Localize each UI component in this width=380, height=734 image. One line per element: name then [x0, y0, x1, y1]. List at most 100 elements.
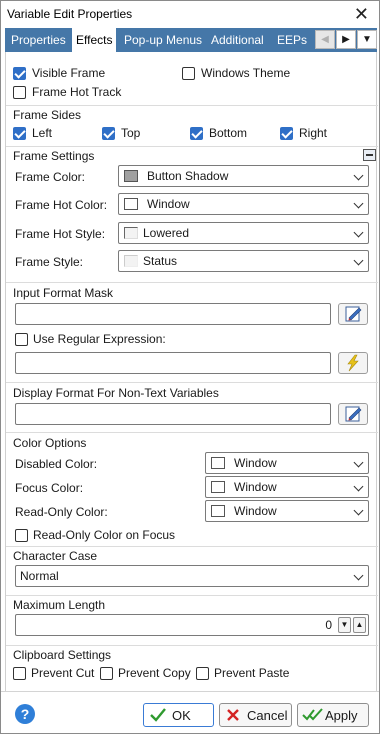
regex-wizard-button[interactable] — [338, 352, 368, 374]
color-swatch — [211, 457, 225, 469]
frame-side-top-checkbox[interactable] — [102, 127, 115, 140]
frame-hot-color-select[interactable]: Window — [118, 193, 369, 215]
character-case-title: Character Case — [13, 549, 98, 563]
spin-up-icon[interactable]: ▲ — [353, 617, 366, 633]
visible-frame-checkbox[interactable] — [13, 67, 26, 80]
help-icon[interactable]: ? — [15, 704, 35, 724]
chevron-down-icon — [353, 481, 364, 492]
frame-hot-track-checkbox[interactable] — [13, 86, 26, 99]
maximum-length-value: 0 — [325, 618, 332, 632]
section-divider — [6, 645, 378, 646]
frame-side-right-checkbox[interactable] — [280, 127, 293, 140]
footer-divider — [1, 691, 379, 692]
pencil-edit-icon — [345, 306, 362, 322]
frame-hot-color-label: Frame Hot Color: — [15, 198, 108, 212]
frame-side-top-label: Top — [121, 126, 141, 140]
frame-side-right-label: Right — [299, 126, 328, 140]
clipboard-settings-title: Clipboard Settings — [13, 648, 112, 662]
spin-down-icon[interactable]: ▼ — [338, 617, 351, 633]
display-format-field[interactable] — [15, 403, 331, 425]
section-divider — [6, 146, 378, 147]
visible-frame-label: Visible Frame — [32, 66, 106, 80]
tab-list-dropdown-icon[interactable]: ▼ — [357, 30, 377, 49]
frame-style-label: Frame Style: — [15, 255, 84, 269]
close-icon[interactable]: ✕ — [354, 4, 369, 24]
chevron-down-icon — [353, 227, 364, 238]
tab-effects[interactable]: Effects — [72, 28, 117, 52]
maximum-length-field[interactable]: 0 ▼ ▲ — [15, 614, 369, 636]
color-swatch — [211, 505, 225, 517]
frame-color-label: Frame Color: — [15, 170, 86, 184]
frame-color-select[interactable]: Button Shadow — [118, 165, 369, 187]
edit-display-format-button[interactable] — [338, 403, 368, 425]
ok-button[interactable]: OK — [143, 703, 214, 727]
frame-settings-title: Frame Settings — [13, 149, 95, 163]
effects-panel: Visible Frame Windows Theme Frame Hot Tr… — [5, 52, 378, 692]
disabled-color-select[interactable]: Window — [205, 452, 369, 474]
input-format-mask-title: Input Format Mask — [13, 286, 114, 300]
use-regex-label: Use Regular Expression: — [33, 332, 166, 346]
apply-button[interactable]: Apply — [297, 703, 369, 727]
frame-hot-style-select[interactable]: Lowered — [118, 222, 369, 244]
frame-side-left-checkbox[interactable] — [13, 127, 26, 140]
readonly-on-focus-label: Read-Only Color on Focus — [33, 528, 176, 542]
chevron-down-icon — [353, 505, 364, 516]
readonly-color-select[interactable]: Window — [205, 500, 369, 522]
windows-theme-checkbox[interactable] — [182, 67, 195, 80]
tab-scroll-left-icon[interactable]: ◀ — [315, 30, 335, 49]
collapse-icon[interactable] — [363, 149, 376, 161]
frame-sides-title: Frame Sides — [13, 108, 82, 122]
input-format-mask-field[interactable] — [15, 303, 331, 325]
section-divider — [6, 546, 378, 547]
section-divider — [6, 382, 378, 383]
frame-style-select[interactable]: Status — [118, 250, 369, 272]
prevent-cut-label: Prevent Cut — [31, 666, 95, 680]
apply-button-label: Apply — [325, 708, 358, 723]
section-divider — [6, 432, 378, 433]
lightning-icon — [347, 354, 359, 372]
tab-bar: Properties Effects Pop-up Menus Addition… — [5, 28, 377, 52]
maximum-length-title: Maximum Length — [13, 598, 106, 612]
color-swatch — [124, 170, 138, 182]
lowered-style-icon — [124, 227, 138, 239]
character-case-select[interactable]: Normal — [15, 565, 369, 587]
status-style-icon — [124, 255, 138, 267]
frame-hot-style-value: Lowered — [143, 226, 190, 240]
frame-color-value: Button Shadow — [147, 169, 229, 183]
focus-color-label: Focus Color: — [15, 481, 84, 495]
cancel-x-icon — [227, 709, 239, 721]
tab-popup-menus[interactable]: Pop-up Menus — [120, 30, 206, 52]
tab-additional[interactable]: Additional — [207, 30, 268, 52]
frame-side-bottom-checkbox[interactable] — [190, 127, 203, 140]
color-swatch — [211, 481, 225, 493]
readonly-on-focus-checkbox[interactable] — [15, 529, 28, 542]
chevron-down-icon — [353, 570, 364, 581]
disabled-color-value: Window — [234, 456, 277, 470]
frame-hot-color-value: Window — [147, 197, 190, 211]
tab-scroll-right-icon[interactable]: ▶ — [336, 30, 356, 49]
ok-button-label: OK — [172, 708, 191, 723]
window-title: Variable Edit Properties — [7, 7, 133, 21]
focus-color-value: Window — [234, 480, 277, 494]
color-options-title: Color Options — [13, 436, 87, 450]
chevron-down-icon — [353, 255, 364, 266]
focus-color-select[interactable]: Window — [205, 476, 369, 498]
tab-eeps[interactable]: EEPs — [273, 30, 311, 52]
regex-field[interactable] — [15, 352, 331, 374]
prevent-copy-checkbox[interactable] — [100, 667, 113, 680]
frame-side-bottom-label: Bottom — [209, 126, 248, 140]
edit-mask-button[interactable] — [338, 303, 368, 325]
section-divider — [6, 595, 378, 596]
windows-theme-label: Windows Theme — [201, 66, 291, 80]
chevron-down-icon — [353, 457, 364, 468]
tab-properties[interactable]: Properties — [7, 30, 70, 52]
title-bar: Variable Edit Properties ✕ — [1, 1, 379, 28]
color-swatch — [124, 198, 138, 210]
cancel-button[interactable]: Cancel — [219, 703, 292, 727]
prevent-paste-checkbox[interactable] — [196, 667, 209, 680]
use-regex-checkbox[interactable] — [15, 333, 28, 346]
chevron-down-icon — [353, 170, 364, 181]
disabled-color-label: Disabled Color: — [15, 457, 98, 471]
prevent-cut-checkbox[interactable] — [13, 667, 26, 680]
section-divider — [6, 105, 378, 106]
